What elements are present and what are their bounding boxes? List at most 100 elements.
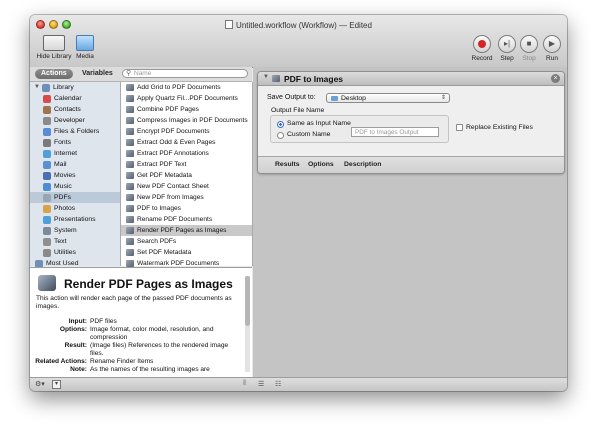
action-list-item[interactable]: Search PDFs — [121, 236, 252, 247]
replace-existing-checkbox[interactable] — [456, 124, 463, 131]
action-info-value: (Image files) References to the rendered… — [90, 342, 229, 357]
action-list-item[interactable]: New PDF Contact Sheet — [121, 181, 252, 192]
document-icon — [225, 20, 234, 29]
disclosure-triangle-icon[interactable]: ▼ — [34, 82, 40, 93]
action-list-item[interactable]: Add Grid to PDF Documents — [121, 82, 252, 93]
action-list-item[interactable]: New PDF from Images — [121, 192, 252, 203]
record-dot — [478, 40, 486, 48]
action-list-item[interactable]: Render PDF Pages as Images — [121, 225, 252, 236]
contacts-icon — [43, 106, 51, 114]
text-icon — [43, 238, 51, 246]
sidebar-item-library[interactable]: ▼ Library — [30, 82, 120, 93]
tab-variables[interactable]: Variables — [82, 69, 113, 79]
list-view-icon[interactable]: ☰ — [258, 380, 264, 388]
action-info-key: Result: — [64, 342, 87, 349]
sidebar-item-internet[interactable]: Internet — [30, 148, 120, 159]
action-list-item[interactable]: Extract PDF Text — [121, 159, 252, 170]
action-list-label: Set PDF Metadata — [137, 249, 192, 256]
sidebar-item-movies[interactable]: Movies — [30, 170, 120, 181]
sidebar-item-label: Photos — [54, 205, 76, 212]
sidebar-item-fonts[interactable]: Fonts — [30, 137, 120, 148]
automator-action-icon — [126, 260, 134, 267]
sidebar-item-pdfs[interactable]: PDFs — [30, 192, 120, 203]
sidebar-item-music[interactable]: Music — [30, 181, 120, 192]
action-list-item[interactable]: Apply Quartz Fil...PDF Documents — [121, 93, 252, 104]
action-list-item[interactable]: Set PDF Metadata — [121, 247, 252, 258]
action-list-item[interactable]: PDF to Images — [121, 203, 252, 214]
show-description-button[interactable]: ▾ — [52, 380, 61, 389]
replace-existing-label: Replace Existing Files — [466, 124, 533, 131]
action-info-value: Rename Finder Items — [90, 358, 154, 365]
action-list-item[interactable]: Encrypt PDF Documents — [121, 126, 252, 137]
action-list-label: Extract Odd & Even Pages — [137, 139, 216, 146]
sidebar-item-label: Internet — [54, 150, 78, 157]
chevron-updown-icon: ⇕ — [440, 95, 446, 101]
stop-button[interactable]: ■ Stop — [517, 35, 541, 62]
action-list-item[interactable]: Extract Odd & Even Pages — [121, 137, 252, 148]
action-list-label: Apply Quartz Fil...PDF Documents — [137, 95, 238, 102]
pdf-icon — [43, 194, 51, 202]
media-label: Media — [76, 53, 94, 60]
radio-same-as-input[interactable] — [277, 121, 284, 128]
sidebar-item-label: Library — [53, 84, 74, 91]
description-scrollbar[interactable] — [245, 276, 250, 372]
save-output-value: Desktop — [341, 95, 366, 102]
sidebar-item-photos[interactable]: Photos — [30, 203, 120, 214]
search-field[interactable]: ⚲ Name — [122, 69, 248, 78]
log-view-icon[interactable]: ☷ — [275, 380, 281, 388]
sidebar-item-contacts[interactable]: Contacts — [30, 104, 120, 115]
disclosure-triangle-icon[interactable]: ▼ — [263, 74, 269, 80]
actions-list: Add Grid to PDF Documents Apply Quartz Fi… — [121, 82, 253, 267]
gear-icon[interactable]: ⚙▾ — [35, 380, 49, 389]
save-output-dropdown[interactable]: Desktop ⇕ — [326, 93, 450, 103]
sidebar-item-label: Fonts — [54, 139, 71, 146]
radio-custom-name[interactable] — [277, 132, 284, 139]
sidebar-item-utilities[interactable]: Utilities — [30, 247, 120, 258]
mail-icon — [43, 161, 51, 169]
sidebar-item-system[interactable]: System — [30, 225, 120, 236]
action-list-item[interactable]: Extract PDF Annotations — [121, 148, 252, 159]
workflow-area[interactable]: ▼ PDF to Images × Save Output to: Deskto… — [253, 67, 567, 377]
action-description: This action will render each page of the… — [36, 295, 232, 310]
action-info-value: Image format, color model, resolution, a… — [90, 326, 214, 341]
sidebar-item-calendar[interactable]: Calendar — [30, 93, 120, 104]
finder-icon — [43, 128, 51, 136]
sidebar-item-files-folders[interactable]: Files & Folders — [30, 126, 120, 137]
sidebar-item-label: Utilities — [54, 249, 76, 256]
action-list-label: Search PDFs — [137, 238, 177, 245]
action-list-item[interactable]: Compress Images in PDF Documents — [121, 115, 252, 126]
split-grip-icon[interactable]: ⦀ — [243, 380, 246, 388]
action-card-footer: Results Options Description — [258, 156, 564, 173]
action-list-item[interactable]: Combine PDF Pages — [121, 104, 252, 115]
sidebar-item-label: System — [54, 227, 77, 234]
sidebar-item-developer[interactable]: Developer — [30, 115, 120, 126]
record-button[interactable]: Record — [467, 35, 497, 62]
step-button[interactable]: ▸| Step — [495, 35, 519, 62]
close-icon[interactable]: × — [551, 74, 560, 83]
action-card-title: PDF to Images — [284, 74, 344, 84]
tab-description[interactable]: Description — [344, 161, 381, 168]
stop-label: Stop — [522, 55, 536, 62]
custom-name-field[interactable]: PDF to Images Output — [351, 127, 439, 137]
tab-actions[interactable]: Actions — [35, 69, 73, 79]
action-card-header[interactable]: ▼ PDF to Images × — [258, 72, 564, 86]
music-icon — [43, 183, 51, 191]
action-list-item[interactable]: Rename PDF Documents — [121, 214, 252, 225]
sidebar-item-mail[interactable]: Mail — [30, 159, 120, 170]
sidebar-item-presentations[interactable]: Presentations — [30, 214, 120, 225]
folder-icon — [331, 96, 338, 101]
tab-options[interactable]: Options — [308, 161, 334, 168]
action-list-item[interactable]: Get PDF Metadata — [121, 170, 252, 181]
media-button[interactable]: Media — [72, 35, 98, 60]
action-card-pdf-to-images[interactable]: ▼ PDF to Images × Save Output to: Deskto… — [257, 71, 565, 174]
hide-library-button[interactable]: Hide Library — [36, 35, 72, 60]
action-list-label: Compress Images in PDF Documents — [137, 117, 248, 124]
run-button[interactable]: ▶ Run — [540, 35, 564, 62]
presentations-icon — [43, 216, 51, 224]
library-panel-icon — [43, 35, 65, 51]
automator-action-icon — [38, 275, 56, 291]
scrollbar-thumb[interactable] — [245, 276, 250, 326]
search-input[interactable]: Name — [134, 70, 151, 78]
tab-results[interactable]: Results — [275, 161, 300, 168]
sidebar-item-text[interactable]: Text — [30, 236, 120, 247]
